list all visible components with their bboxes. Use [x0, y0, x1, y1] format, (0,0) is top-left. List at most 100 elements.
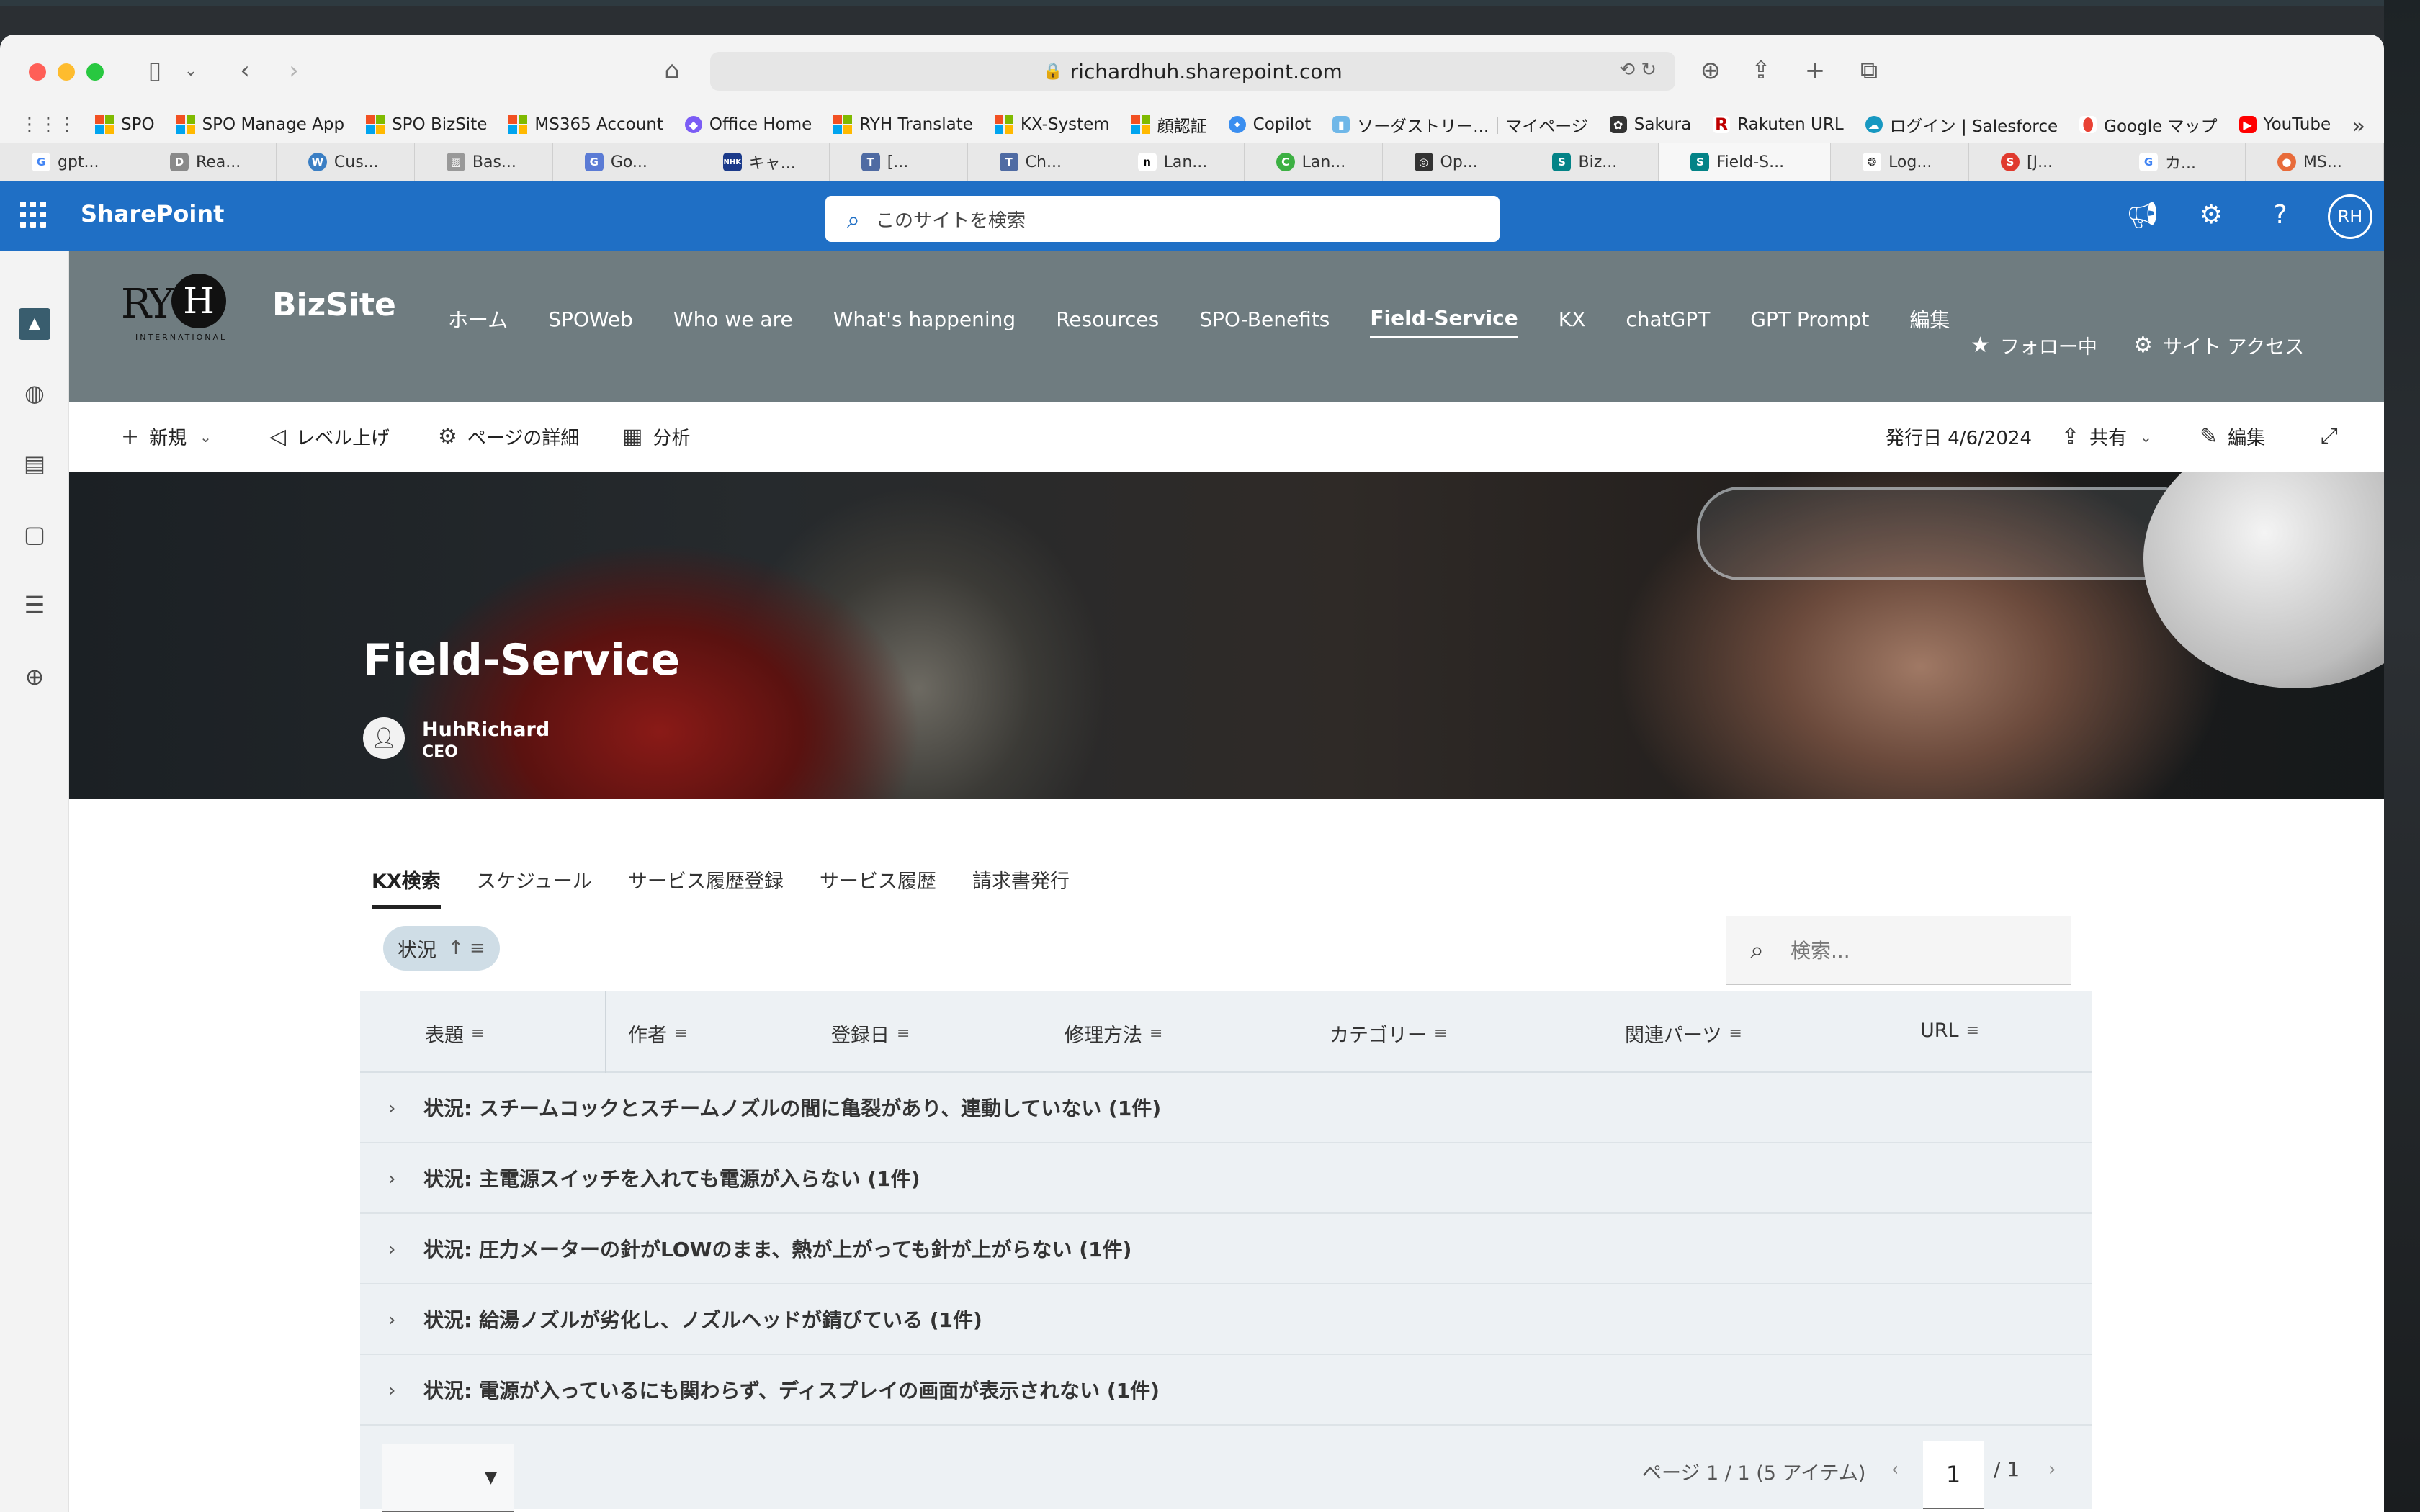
- browser-tab[interactable]: G Go...: [553, 143, 691, 181]
- browser-tab[interactable]: ● MS...: [2246, 143, 2384, 181]
- browser-tab[interactable]: ❂ Log...: [1831, 143, 1970, 181]
- chevron-right-icon[interactable]: ›: [360, 1308, 424, 1331]
- nav-item-who-we-are[interactable]: Who we are: [673, 302, 793, 337]
- bookmark-google-maps[interactable]: ⬮ Google マップ: [2079, 112, 2218, 137]
- bookmark-office-home[interactable]: ◆ Office Home: [684, 115, 812, 134]
- nav-item-home[interactable]: ホーム: [448, 299, 508, 339]
- bookmark-ms365-account[interactable]: MS365 Account: [508, 115, 663, 134]
- tab-schedule[interactable]: スケジュール: [477, 865, 592, 909]
- column-repair-method[interactable]: 修理方法 ≡: [1065, 1020, 1162, 1048]
- bookmark-spo[interactable]: SPO: [95, 115, 155, 134]
- edit-button[interactable]: ✎ 編集: [2200, 423, 2265, 450]
- back-arrow-icon[interactable]: ‹: [230, 53, 259, 88]
- forward-arrow-icon[interactable]: ›: [279, 53, 308, 88]
- files-icon[interactable]: ▢: [19, 518, 50, 550]
- nav-item-spo-benefits[interactable]: SPO-Benefits: [1199, 302, 1330, 337]
- next-page-icon[interactable]: ›: [2048, 1459, 2056, 1480]
- analytics-button[interactable]: ▦ 分析: [622, 423, 690, 450]
- site-logo-icon[interactable]: ▲: [19, 308, 50, 340]
- bookmark-youtube[interactable]: ▶ YouTube: [2238, 115, 2331, 134]
- gear-icon[interactable]: ⚙: [2195, 200, 2227, 230]
- tab-overview-icon[interactable]: ⧉: [1851, 53, 1887, 88]
- close-window-button[interactable]: [29, 63, 46, 81]
- bookmark-spo-manage-app[interactable]: SPO Manage App: [176, 115, 344, 134]
- tab-service-history[interactable]: サービス履歴: [820, 865, 936, 909]
- column-url[interactable]: URL ≡: [1920, 1020, 1979, 1042]
- share-button[interactable]: ⇪ 共有 ⌄: [2061, 423, 2152, 450]
- browser-tab[interactable]: C Lan...: [1245, 143, 1383, 181]
- bookmark-spo-bizsite[interactable]: SPO BizSite: [366, 115, 487, 134]
- browser-tab-active[interactable]: S Field-S...: [1659, 143, 1832, 181]
- group-row[interactable]: › 状況: 主電源スイッチを入れても電源が入らない (1件): [360, 1143, 2092, 1214]
- column-title[interactable]: 表題 ≡: [425, 1020, 484, 1048]
- chevron-right-icon[interactable]: ›: [360, 1237, 424, 1261]
- bookmark-sodastream[interactable]: ▮ ソーダストリー...｜マイページ: [1332, 112, 1588, 137]
- user-avatar[interactable]: RH: [2328, 194, 2372, 239]
- page-size-dropdown[interactable]: ▼: [382, 1444, 514, 1512]
- browser-tab[interactable]: W Cus...: [277, 143, 415, 181]
- nav-item-chatgpt[interactable]: chatGPT: [1626, 302, 1710, 337]
- browser-tab[interactable]: G カ...: [2107, 143, 2246, 181]
- promote-button[interactable]: ◁ レベル上げ: [269, 423, 390, 450]
- browser-tab[interactable]: ◎ Op...: [1383, 143, 1521, 181]
- chevron-right-icon[interactable]: ›: [360, 1378, 424, 1402]
- column-author[interactable]: 作者 ≡: [628, 1020, 687, 1048]
- news-icon[interactable]: ▤: [19, 448, 50, 480]
- column-divider[interactable]: [605, 991, 606, 1073]
- site-search-input[interactable]: ⌕ このサイトを検索: [825, 196, 1500, 242]
- tab-kx-search[interactable]: KX検索: [372, 865, 441, 909]
- tab-service-history-register[interactable]: サービス履歴登録: [628, 865, 784, 909]
- author-avatar[interactable]: 👤︎: [363, 717, 405, 759]
- browser-tab[interactable]: S [J...: [1969, 143, 2107, 181]
- browser-tab[interactable]: T Ch...: [968, 143, 1106, 181]
- bookmark-salesforce[interactable]: ☁ ログイン | Salesforce: [1865, 112, 2058, 137]
- bookmark-kx-system[interactable]: KX-System: [994, 115, 1110, 134]
- page-number-input[interactable]: 1: [1923, 1441, 1984, 1509]
- bookmark-face-auth[interactable]: 顔認証: [1131, 112, 1207, 137]
- minimize-window-button[interactable]: [58, 63, 75, 81]
- chevron-right-icon[interactable]: ›: [360, 1166, 424, 1190]
- nav-item-whats-happening[interactable]: What's happening: [833, 302, 1016, 337]
- browser-tab[interactable]: D Rea...: [138, 143, 277, 181]
- bookmark-sakura[interactable]: ✿ Sakura: [1609, 115, 1691, 134]
- nav-item-spoweb[interactable]: SPOWeb: [548, 302, 633, 337]
- help-icon[interactable]: ?: [2264, 200, 2296, 230]
- nav-item-kx[interactable]: KX: [1559, 302, 1586, 337]
- bookmark-ryh-translate[interactable]: RYH Translate: [833, 115, 973, 134]
- reload-icon[interactable]: ⟲↻: [1619, 59, 1662, 81]
- bookmark-copilot[interactable]: ✦ Copilot: [1228, 115, 1311, 134]
- chevron-down-icon[interactable]: ⌄: [180, 53, 202, 88]
- create-icon[interactable]: ⊕: [19, 661, 50, 693]
- column-registered-date[interactable]: 登録日 ≡: [831, 1020, 910, 1048]
- group-row[interactable]: › 状況: 圧力メーターの針がLOWのまま、熱が上がっても針が上がらない (1件): [360, 1214, 2092, 1284]
- zoom-window-button[interactable]: [86, 63, 104, 81]
- site-title[interactable]: BizSite: [272, 287, 396, 323]
- group-row[interactable]: › 状況: スチームコックとスチームノズルの間に亀裂があり、連動していない (1件…: [360, 1073, 2092, 1143]
- site-access-button[interactable]: ⚙ サイト アクセス: [2133, 331, 2304, 359]
- address-bar[interactable]: 🔒 richardhuh.sharepoint.com ⟲↻: [710, 52, 1675, 91]
- new-button[interactable]: + 新規 ⌄: [121, 423, 212, 450]
- expand-icon[interactable]: ⤢: [2321, 423, 2348, 449]
- lists-icon[interactable]: ☰: [19, 589, 50, 621]
- group-by-chip[interactable]: 状況 ↑ ≡: [383, 926, 500, 971]
- browser-tab[interactable]: NHK キャ...: [691, 143, 830, 181]
- sharepoint-brand[interactable]: SharePoint: [81, 200, 224, 228]
- nav-item-resources[interactable]: Resources: [1056, 302, 1159, 337]
- group-row[interactable]: › 状況: 電源が入っているにも関わらず、ディスプレイの画面が表示されない (1件…: [360, 1355, 2092, 1426]
- apps-grid-icon[interactable]: ⋮⋮⋮: [20, 114, 76, 135]
- follow-button[interactable]: ★ フォロー中: [1971, 331, 2097, 359]
- author-name[interactable]: HuhRichard: [422, 719, 550, 741]
- browser-tab[interactable]: S Biz...: [1520, 143, 1659, 181]
- group-row[interactable]: › 状況: 給湯ノズルが劣化し、ノズルヘッドが錆びている (1件): [360, 1284, 2092, 1355]
- home-icon[interactable]: ⌂: [654, 53, 690, 88]
- browser-tab[interactable]: T [...: [830, 143, 968, 181]
- list-search-input[interactable]: ⌕ 検索...: [1726, 916, 2071, 985]
- previous-page-icon[interactable]: ‹: [1891, 1459, 1899, 1480]
- column-category[interactable]: カテゴリー ≡: [1330, 1020, 1447, 1048]
- nav-item-edit[interactable]: 編集: [1909, 299, 1950, 339]
- page-details-button[interactable]: ⚙ ページの詳細: [438, 423, 579, 450]
- download-icon[interactable]: ⊕: [1693, 53, 1729, 88]
- globe-icon[interactable]: ◍: [19, 377, 50, 409]
- browser-tab[interactable]: n Lan...: [1106, 143, 1245, 181]
- browser-tab[interactable]: Ggpt...: [0, 143, 138, 181]
